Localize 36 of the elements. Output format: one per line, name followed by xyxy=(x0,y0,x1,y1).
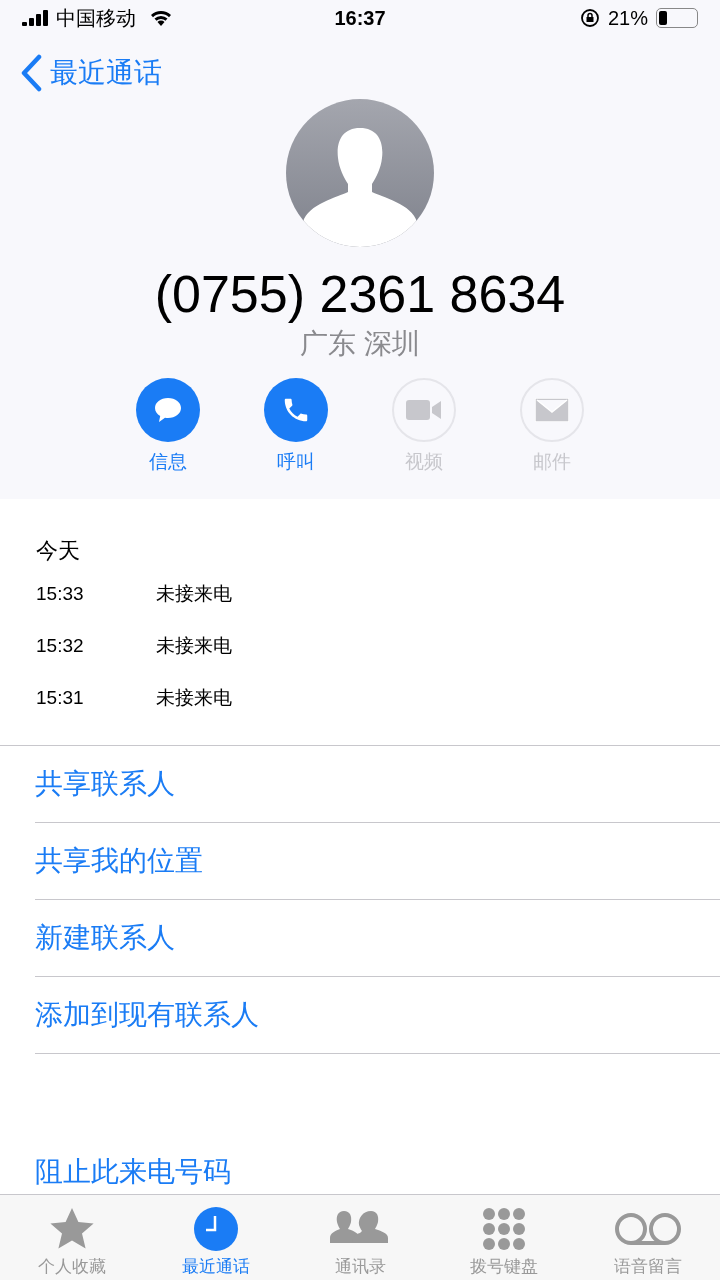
chevron-left-icon xyxy=(20,54,42,92)
option-link[interactable]: 添加到现有联系人 xyxy=(35,976,720,1053)
video-camera-icon xyxy=(406,399,442,421)
keypad-icon xyxy=(482,1207,526,1251)
battery-percent: 21% xyxy=(607,6,648,31)
envelope-icon xyxy=(535,398,569,422)
action-button[interactable]: 呼叫 xyxy=(264,378,328,477)
back-button[interactable]: 最近通话 xyxy=(20,52,162,94)
voicemail-icon xyxy=(615,1213,681,1245)
option-link[interactable]: 共享我的位置 xyxy=(35,822,720,899)
battery-icon xyxy=(656,8,698,28)
block-link[interactable]: 阻止此来电号码 xyxy=(35,1152,231,1192)
option-link[interactable]: 共享联系人 xyxy=(35,745,720,822)
tab-item[interactable]: 通讯录 xyxy=(288,1195,432,1280)
location-text: 广东 深圳 xyxy=(300,327,420,361)
signal-icon xyxy=(22,10,50,26)
tab-item[interactable]: 个人收藏 xyxy=(0,1195,144,1280)
call-time: 15:31 xyxy=(36,686,85,711)
carrier-name: 中国移动 xyxy=(56,6,136,31)
call-time: 15:33 xyxy=(36,582,85,607)
tab-item[interactable]: 最近通话 xyxy=(144,1195,288,1280)
call-type: 未接来电 xyxy=(156,686,232,711)
call-type: 未接来电 xyxy=(156,582,232,607)
date-heading: 今天 xyxy=(36,536,81,565)
call-type: 未接来电 xyxy=(156,634,232,659)
tab-item[interactable]: 拨号键盘 xyxy=(432,1195,576,1280)
option-link[interactable]: 新建联系人 xyxy=(35,899,720,976)
rotation-lock-icon xyxy=(579,8,600,28)
tab-item[interactable]: 语音留言 xyxy=(576,1195,720,1280)
call-time: 15:32 xyxy=(36,634,85,659)
phone-number: (0755) 2361 8634 xyxy=(154,264,566,324)
clock-icon xyxy=(194,1207,238,1251)
clock-time: 16:37 xyxy=(334,6,386,31)
speech-bubble-icon xyxy=(153,396,183,424)
wifi-icon xyxy=(150,10,172,26)
action-button[interactable]: 信息 xyxy=(136,378,200,477)
